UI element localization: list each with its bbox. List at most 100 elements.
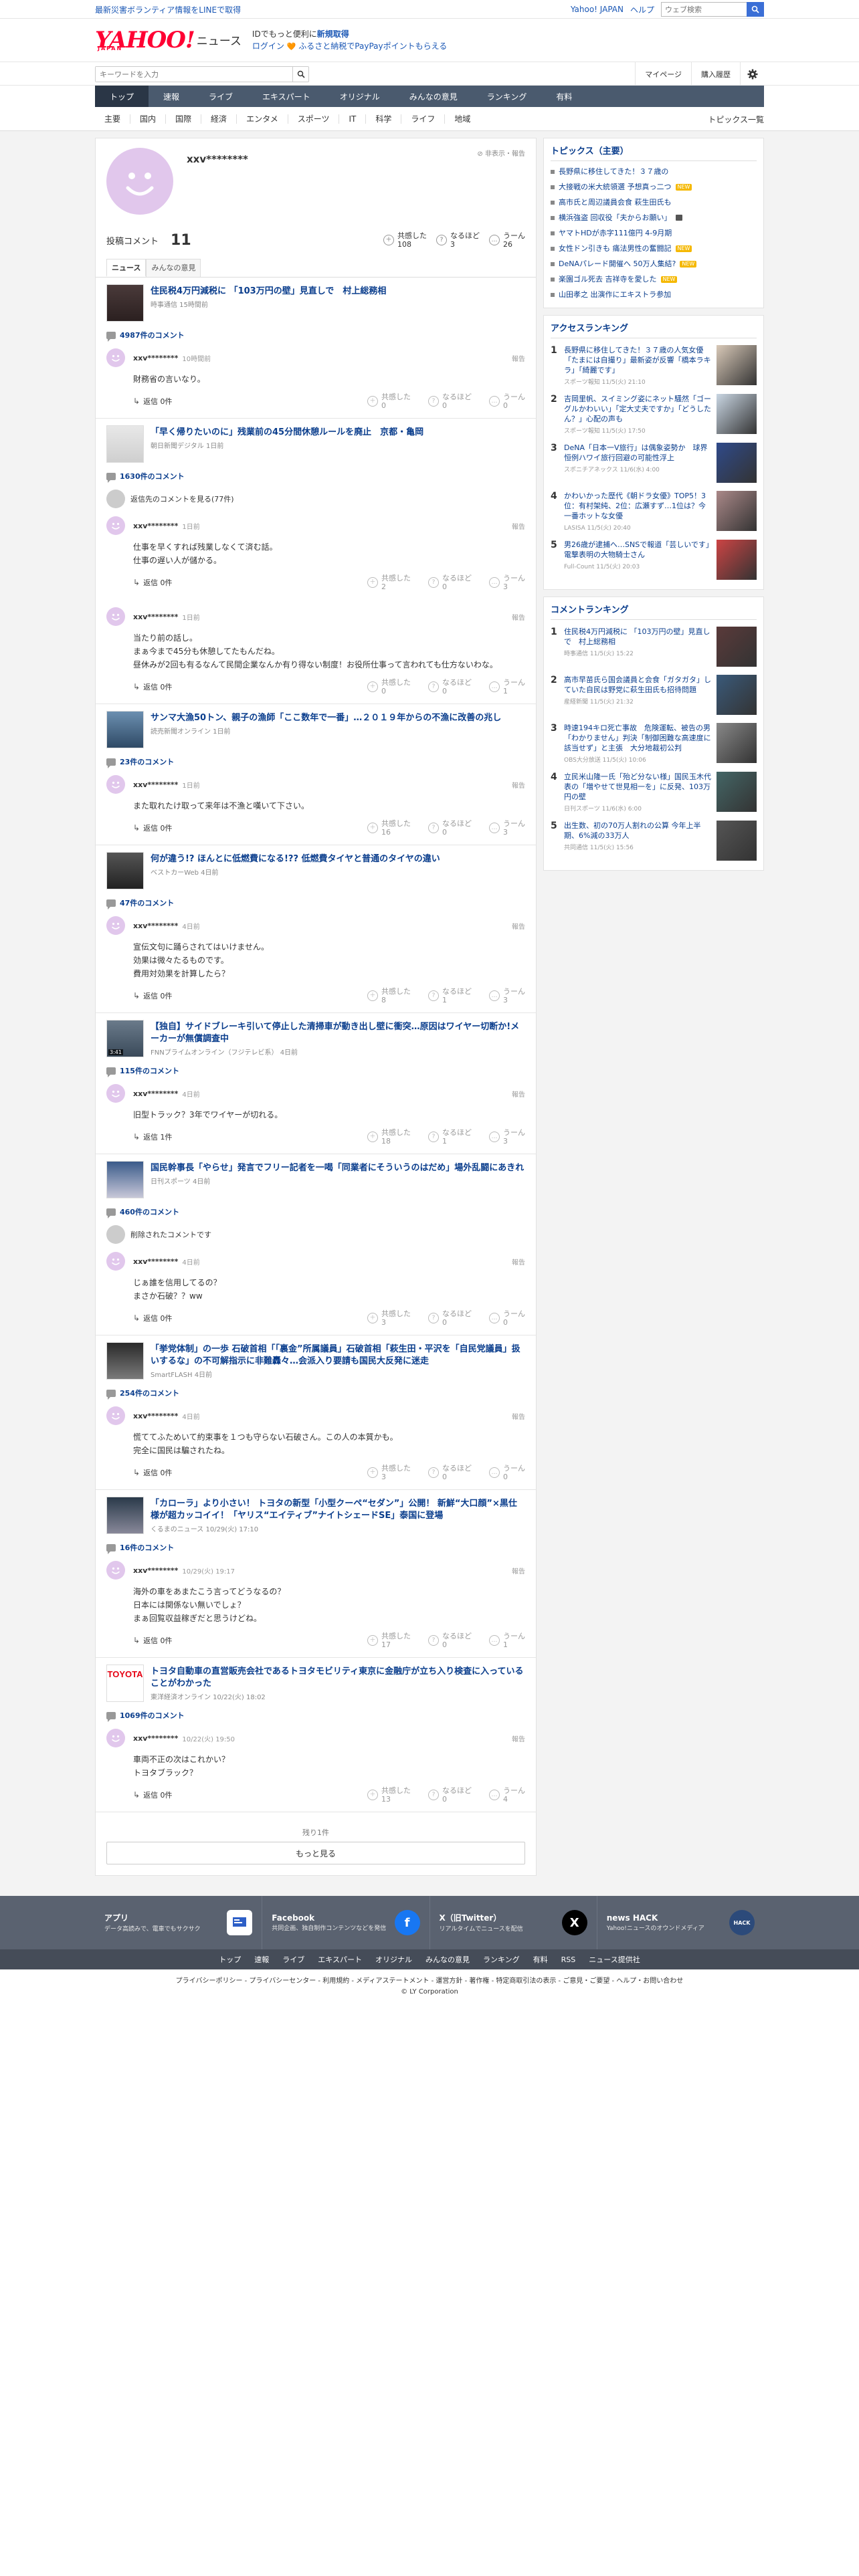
reaction-button[interactable]: … うーん 3 <box>489 574 525 591</box>
reaction-button[interactable]: ? なるほど 0 <box>428 393 472 410</box>
comment-author[interactable]: xxv******** <box>133 780 178 789</box>
keyword-input[interactable] <box>96 67 292 82</box>
rank-title[interactable]: 高市早苗氏ら国会議員と会食「ガタガタ」していた自民は野党に萩生田氏も招待問題 <box>564 675 711 695</box>
report-link[interactable]: 報告 <box>512 521 525 531</box>
ranking-item[interactable]: 3 DeNA「日本一V旅行」は偶象姿勢か 球界恒例ハワイ旅行回避の可能性浮上 スポニ… <box>551 439 757 487</box>
reaction-button[interactable]: ＋共感した 0 <box>367 678 411 695</box>
reaction-button[interactable]: … うーん 0 <box>489 1464 525 1481</box>
topic-item[interactable]: 山田孝之 出演作にエキストラ参加 <box>551 287 757 302</box>
sub-nav-item[interactable]: 国内 <box>130 114 167 124</box>
footer-nav-item[interactable]: ライブ <box>276 1954 311 1965</box>
comment-author[interactable]: xxv******** <box>133 1257 178 1266</box>
comment-author[interactable]: xxv******** <box>133 1566 178 1575</box>
reaction-button[interactable]: … うーん 3 <box>489 987 525 1004</box>
article-title[interactable]: 国民幹事長「やらせ」発言でフリー記者を一喝「同業者にそういうのはだめ」場外乱闘に… <box>151 1162 524 1174</box>
ranking-item[interactable]: 4 かわいかった歴代《朝ドラ女優》TOP5！3位：有村架純、2位：広瀬すず…1位は… <box>551 487 757 536</box>
ranking-item[interactable]: 1 住民税4万円減税に 「103万円の壁」見直しで 村上総務相 時事通信 11/5(… <box>551 623 757 671</box>
reaction-button[interactable]: … うーん 4 <box>489 1786 525 1804</box>
topic-item[interactable]: ヤマトHDが赤字111億円 4-9月期 <box>551 225 757 241</box>
sub-nav-item[interactable]: 主要 <box>95 114 131 124</box>
article-header[interactable]: 3:41 【独自】サイドブレーキ引いて停止した清掃車が動き出し壁に衝突…原因はワイ… <box>106 1020 525 1057</box>
parent-comment-note[interactable]: 返信先のコメントを見る(77件) <box>106 490 525 508</box>
reaction-button[interactable]: ? なるほど 1 <box>428 1128 472 1146</box>
web-search-button[interactable] <box>747 2 764 17</box>
promo-link[interactable]: ふるさと納税でPayPayポイントもらえる <box>298 41 447 51</box>
sub-nav-item[interactable]: 科学 <box>366 114 402 124</box>
main-nav-item[interactable]: エキスパート <box>248 86 325 107</box>
comment-count-link[interactable]: 1069件のコメント <box>106 1710 525 1722</box>
keyword-search-button[interactable] <box>292 67 308 82</box>
reaction-button[interactable]: … うーん 1 <box>489 1632 525 1649</box>
footer-nav-item[interactable]: ランキング <box>476 1954 527 1965</box>
x-promo[interactable]: X（旧Twitter） リアルタイムでニュースを配信 X <box>430 1896 597 1949</box>
tab-news[interactable]: ニュース <box>106 259 147 277</box>
sub-nav-item[interactable]: 地域 <box>445 114 480 124</box>
article-thumbnail[interactable] <box>106 425 144 463</box>
article-title[interactable]: 住民税4万円減税に 「103万円の壁」見直しで 村上総務相 <box>151 286 386 298</box>
topic-item[interactable]: 女性ドン引きも 痛法男性の奮闘記 NEW <box>551 241 757 256</box>
comment-count-link[interactable]: 47件のコメント <box>106 897 525 909</box>
reaction-button[interactable]: ? なるほど 0 <box>428 1309 472 1327</box>
report-link[interactable]: 報告 <box>512 1733 525 1743</box>
comment-author[interactable]: xxv******** <box>133 522 178 530</box>
parent-comment-note[interactable]: 削除されたコメントです <box>106 1225 525 1244</box>
more-button[interactable]: もっと見る <box>106 1842 525 1864</box>
report-link[interactable]: 報告 <box>512 353 525 363</box>
reaction-button[interactable]: … うーん 3 <box>489 819 525 837</box>
comment-count-link[interactable]: 4987件のコメント <box>106 330 525 342</box>
rank-title[interactable]: 住民税4万円減税に 「103万円の壁」見直しで 村上総務相 <box>564 627 711 647</box>
reply-button[interactable]: ↳ 返信 0件 <box>133 1313 173 1323</box>
article-header[interactable]: 「早く帰りたいのに」残業前の45分間休憩ルールを廃止 京都・亀岡 朝日新聞デジタル… <box>106 425 525 463</box>
comment-author[interactable]: xxv******** <box>133 613 178 621</box>
article-thumbnail[interactable] <box>106 711 144 748</box>
reaction-button[interactable]: … うーん 0 <box>489 1309 525 1327</box>
article-title[interactable]: 「挙党体制」の一歩 石破首相「「裏金”所属議員」石破首相「萩生田・平沢を「自民党… <box>151 1344 525 1368</box>
mypage-button[interactable]: マイページ <box>635 62 691 86</box>
reply-button[interactable]: ↳ 返信 0件 <box>133 823 173 833</box>
article-title[interactable]: サンマ大漁50トン、親子の漁師「ここ数年で一番」…２０１９年からの不漁に改善の兆… <box>151 712 501 724</box>
footer-nav-item[interactable]: エキスパート <box>311 1954 369 1965</box>
rank-title[interactable]: かわいかった歴代《朝ドラ女優》TOP5！3位：有村架純、2位：広瀬すず…1位は？… <box>564 491 711 521</box>
footer-nav-item[interactable]: 速報 <box>248 1954 276 1965</box>
legal-links[interactable]: プライバシーポリシー - プライバシーセンター - 利用規約 - メディアステー… <box>0 1976 859 1987</box>
comment-author[interactable]: xxv******** <box>133 354 178 362</box>
comment-author[interactable]: xxv******** <box>133 1089 178 1098</box>
main-nav-item[interactable]: ライブ <box>194 86 248 107</box>
footer-nav-item[interactable]: オリジナル <box>369 1954 419 1965</box>
ranking-item[interactable]: 2 高市早苗氏ら国会議員と会食「ガタガタ」していた自民は野党に萩生田氏も招待問題産… <box>551 671 757 719</box>
article-title[interactable]: 【独自】サイドブレーキ引いて停止した清掃車が動き出し壁に衝突…原因はワイヤー切断… <box>151 1021 525 1045</box>
article-thumbnail[interactable] <box>106 1342 144 1380</box>
settings-button[interactable] <box>740 62 764 86</box>
newshack-promo[interactable]: news HACK Yahoo!ニュースのオウンドメディア HACK <box>597 1896 764 1949</box>
rank-title[interactable]: 時速194キロ死亡事故 危険運転、被告の男「わかりません」判決「制御困難な高速度… <box>564 723 711 753</box>
footer-nav-item[interactable]: ニュース提供社 <box>582 1954 646 1965</box>
ranking-item[interactable]: 4 立民米山隆一氏「殆ど分ない様」国民玉木代表の「増やせて世見相一を」に反発、10… <box>551 768 757 817</box>
help-link[interactable]: ヘルプ <box>630 4 654 15</box>
reaction-button[interactable]: ? なるほど 0 <box>428 819 472 837</box>
web-search-input[interactable] <box>661 2 747 17</box>
comment-count-link[interactable]: 1630件のコメント <box>106 471 525 483</box>
reaction-button[interactable]: ? なるほど 0 <box>428 678 472 695</box>
article-thumbnail[interactable]: TOYOTA <box>106 1665 144 1702</box>
article-header[interactable]: 何が違う!? ほんとに低燃費になる!?? 低燃費タイヤと普通のタイヤの違い ベスト… <box>106 852 525 889</box>
comment-count-link[interactable]: 115件のコメント <box>106 1065 525 1077</box>
main-nav-item[interactable]: トップ <box>95 86 149 107</box>
article-thumbnail[interactable] <box>106 284 144 322</box>
topic-item[interactable]: 横浜強盗 回収役「夫からお願い」 <box>551 210 757 225</box>
reaction-button[interactable]: ＋共感した 3 <box>367 1464 411 1481</box>
comment-count-link[interactable]: 23件のコメント <box>106 756 525 768</box>
rank-title[interactable]: 出生数、初の70万人割れの公算 今年上半期、6%減の33万人 <box>564 821 711 841</box>
article-title[interactable]: 「早く帰りたいのに」残業前の45分間休憩ルールを廃止 京都・亀岡 <box>151 427 423 439</box>
article-header[interactable]: 「挙党体制」の一歩 石破首相「「裏金”所属議員」石破首相「萩生田・平沢を「自民党… <box>106 1342 525 1380</box>
reaction-button[interactable]: ＋共感した 0 <box>367 393 411 410</box>
footer-nav-item[interactable]: 有料 <box>527 1954 555 1965</box>
ranking-item[interactable]: 1 長野県に移住してきた！３７歳の人気女優「たまには自撮り」最新姿が反響「橋本ラキ… <box>551 341 757 390</box>
reply-button[interactable]: ↳ 返信 0件 <box>133 1635 173 1646</box>
article-header[interactable]: 「カローラ」より小さい！ トヨタの新型「小型クーペ“セダン”」公開！ 新鮮“大口… <box>106 1497 525 1534</box>
article-header[interactable]: 国民幹事長「やらせ」発言でフリー記者を一喝「同業者にそういうのはだめ」場外乱闘に… <box>106 1161 525 1198</box>
article-thumbnail[interactable] <box>106 1497 144 1534</box>
comment-count-link[interactable]: 16件のコメント <box>106 1542 525 1554</box>
article-thumbnail[interactable] <box>106 1161 144 1198</box>
reply-button[interactable]: ↳ 返信 0件 <box>133 990 173 1001</box>
rank-title[interactable]: 男26歳が逮捕へ…SNSで報道「芸しいです」電撃表明の大物騎士さん <box>564 540 711 560</box>
